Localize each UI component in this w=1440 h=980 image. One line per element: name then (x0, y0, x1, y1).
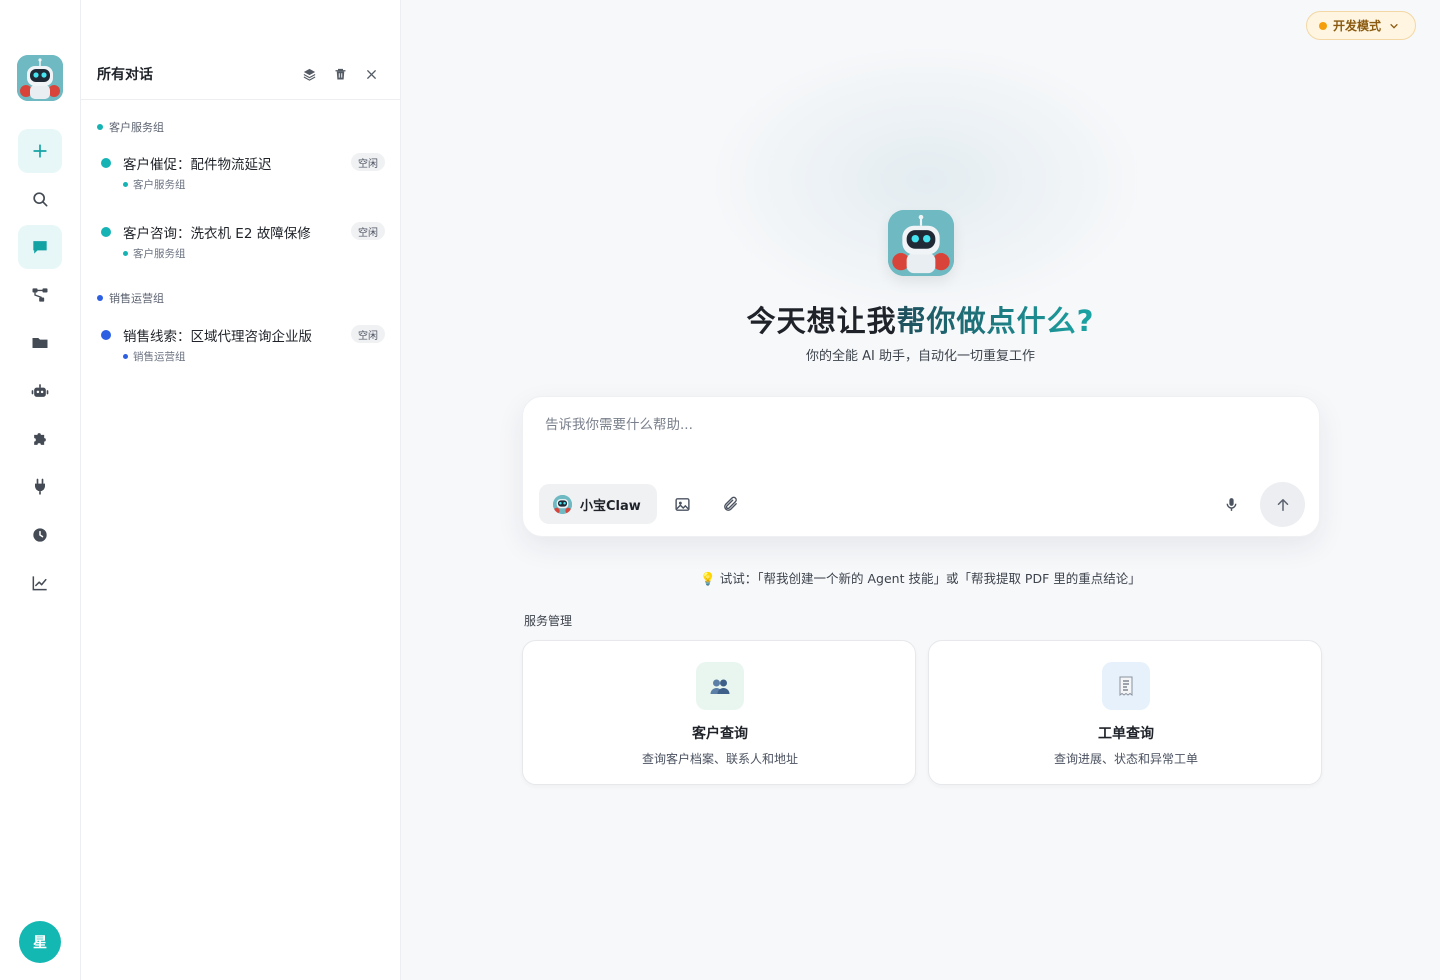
ticket-query-card[interactable]: 工单查询 查询进展、状态和异常工单 (928, 640, 1322, 785)
arrow-up-icon (1277, 498, 1288, 511)
plugins-nav-button[interactable] (18, 417, 62, 461)
robot-mascot-icon (553, 494, 572, 514)
receipt-icon (1119, 676, 1133, 696)
group-label-sales-ops: 销售运营组 (97, 290, 164, 306)
robot-mascot-icon (888, 210, 954, 276)
conversation-panel: 所有对话 客户服务组 客户催促：配件物流延迟 客户服务组 空闲 客户咨询：洗衣机… (81, 0, 401, 980)
plug-icon (35, 478, 45, 495)
main-area: 开发模式 今天想让我帮你做点什么? 你的全能 AI 助手，自动化一切重复工作 告… (401, 0, 1440, 980)
agents-nav-button[interactable] (18, 369, 62, 413)
agent-avatar (553, 494, 572, 514)
workflow-nav-button[interactable] (18, 273, 62, 317)
card-title: 客户查询 (692, 726, 748, 742)
conversation-item[interactable]: 客户咨询：洗衣机 E2 故障保修 客户服务组 空闲 (97, 219, 385, 269)
conversation-item[interactable]: 客户催促：配件物流延迟 客户服务组 空闲 (97, 150, 385, 200)
image-icon (674, 497, 690, 511)
status-badge: 空闲 (351, 325, 385, 343)
customer-query-card[interactable]: 客户查询 查询客户档案、联系人和地址 (522, 640, 916, 785)
layers-button[interactable] (299, 64, 319, 84)
section-label: 服务管理 (524, 614, 573, 628)
app-logo[interactable] (17, 55, 63, 101)
dev-mode-toggle[interactable]: 开发模式 (1306, 11, 1416, 40)
conversation-dot (101, 227, 111, 237)
plus-icon (33, 144, 47, 158)
conversation-dot (101, 330, 111, 340)
trash-icon (335, 68, 345, 79)
close-icon (366, 69, 376, 79)
nav-rail: 星 (0, 0, 81, 980)
card-description: 查询客户档案、联系人和地址 (641, 752, 798, 766)
chat-nav-button[interactable] (18, 225, 62, 269)
card-title: 工单查询 (1098, 726, 1154, 742)
suggestion-hint: 💡 试试：「帮我创建一个新的 Agent 技能」或「帮我提取 PDF 里的重点结… (700, 571, 1141, 586)
integrations-nav-button[interactable] (18, 465, 62, 509)
paperclip-icon (723, 496, 737, 511)
panel-title: 所有对话 (97, 67, 153, 83)
microphone-icon (1226, 497, 1236, 511)
group-dot (97, 295, 103, 301)
card-description: 查询进展、状态和异常工单 (1053, 752, 1198, 766)
chat-bubble-icon (33, 241, 47, 254)
conversation-title: 销售线索：区域代理咨询企业版 (123, 329, 312, 345)
voice-input-button[interactable] (1219, 492, 1243, 516)
prompt-composer: 小宝Claw (522, 396, 1320, 537)
delete-all-button[interactable] (330, 64, 350, 84)
conversation-dot (101, 158, 111, 168)
send-button[interactable] (1260, 482, 1305, 527)
card-icon-wrap (1102, 662, 1150, 710)
background-glow (701, 40, 1151, 320)
layers-icon (303, 68, 315, 81)
close-panel-button[interactable] (361, 64, 381, 84)
new-chat-button[interactable] (18, 129, 62, 173)
folder-icon (32, 338, 48, 348)
attach-button[interactable] (718, 492, 742, 516)
conversation-group: 客户服务组 (123, 246, 186, 261)
conversation-group: 客户服务组 (123, 177, 186, 192)
agent-name: 小宝Claw (580, 498, 641, 514)
status-badge: 空闲 (351, 153, 385, 171)
user-avatar[interactable]: 星 (19, 921, 61, 963)
robot-icon (31, 384, 49, 397)
group-label-text: 客户服务组 (109, 121, 164, 134)
conversation-group: 销售运营组 (123, 349, 186, 364)
hero-logo (888, 210, 954, 276)
chevron-down-icon (1390, 23, 1398, 29)
hero-title: 今天想让我帮你做点什么? (746, 304, 1095, 338)
search-button[interactable] (18, 177, 62, 221)
conversation-item[interactable]: 销售线索：区域代理咨询企业版 销售运营组 空闲 (97, 322, 385, 372)
group-dot (97, 124, 103, 130)
history-nav-button[interactable] (18, 513, 62, 557)
puzzle-icon (34, 433, 46, 445)
chart-icon (32, 576, 47, 591)
workflow-icon (32, 288, 48, 302)
people-icon (710, 679, 730, 694)
group-label-text: 销售运营组 (109, 292, 164, 305)
prompt-input[interactable] (545, 417, 1285, 433)
conversation-title: 客户催促：配件物流延迟 (123, 157, 272, 173)
dev-mode-label: 开发模式 (1333, 19, 1382, 33)
agent-selector[interactable]: 小宝Claw (539, 484, 657, 524)
clock-icon (33, 528, 47, 542)
status-badge: 空闲 (351, 222, 385, 240)
card-icon-wrap (696, 662, 744, 710)
conversation-title: 客户咨询：洗衣机 E2 故障保修 (123, 226, 311, 242)
hero-subtitle: 你的全能 AI 助手，自动化一切重复工作 (806, 349, 1035, 364)
analytics-nav-button[interactable] (18, 561, 62, 605)
group-label-customer-service: 客户服务组 (97, 119, 164, 135)
robot-mascot-icon (17, 55, 63, 101)
dev-mode-dot (1319, 21, 1327, 30)
files-nav-button[interactable] (18, 321, 62, 365)
search-icon (33, 192, 48, 207)
panel-header: 所有对话 (81, 48, 401, 100)
image-upload-button[interactable] (670, 492, 694, 516)
